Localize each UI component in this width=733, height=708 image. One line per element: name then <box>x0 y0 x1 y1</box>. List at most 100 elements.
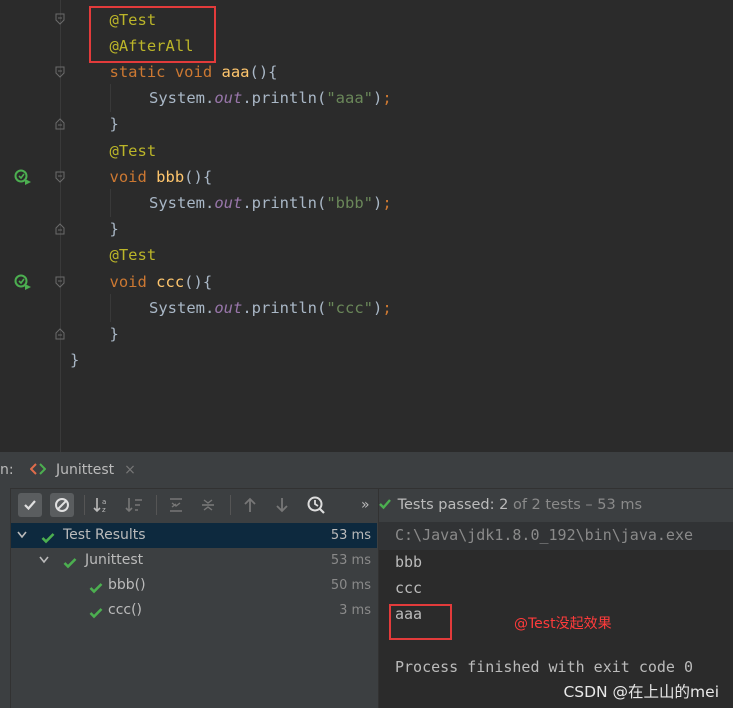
code-line[interactable]: @Test <box>110 242 157 268</box>
junit-icon <box>29 461 47 480</box>
code-token: ; <box>382 298 392 317</box>
tab-junittest[interactable]: Junittest × <box>29 452 146 488</box>
code-token: @Test <box>109 141 157 160</box>
code-token: .println( <box>242 193 327 212</box>
highlight-box-aaa <box>389 604 452 640</box>
indent-guide <box>110 189 111 217</box>
status-passed-count: 2 <box>499 497 509 513</box>
code-editor[interactable]: @Test @AfterAll static void aaa(){System.o… <box>0 0 733 452</box>
code-token: void <box>109 167 157 186</box>
tree-duration: 50 ms <box>330 578 371 593</box>
fold-marker-icon[interactable] <box>55 276 65 288</box>
sort-duration-icon[interactable] <box>122 493 146 517</box>
code-line[interactable]: @Test <box>110 138 157 164</box>
run-tool-window: n: Junittest × az Test Results 53 ms Jun… <box>0 452 733 708</box>
fold-marker-icon[interactable] <box>55 13 65 25</box>
code-token: ) <box>373 89 383 108</box>
tree-row[interactable]: Junittest 53 ms <box>11 548 377 573</box>
code-token: System. <box>149 298 215 317</box>
tree-duration: 53 ms <box>330 528 371 543</box>
code-token: } <box>109 324 119 343</box>
next-failed-icon[interactable] <box>270 493 294 517</box>
code-token: .println( <box>242 89 327 108</box>
code-token: System. <box>149 193 215 212</box>
run-label: n: <box>0 462 14 478</box>
fold-marker-icon[interactable] <box>55 223 65 235</box>
prev-failed-icon[interactable] <box>238 493 262 517</box>
code-line[interactable]: System.out.println("aaa"); <box>149 85 392 111</box>
toolbar-separator <box>230 495 231 515</box>
watermark: CSDN @在上山的mei <box>563 683 719 701</box>
tree-row[interactable]: Test Results 53 ms <box>11 523 377 548</box>
toolbar-separator <box>156 495 157 515</box>
passed-check-icon <box>89 604 103 629</box>
tree-duration: 53 ms <box>330 553 371 568</box>
code-token: "ccc" <box>326 298 373 317</box>
svg-text:a: a <box>102 498 106 506</box>
console-output[interactable]: C:\Java\jdk1.8.0_192\bin\java.exe bbb cc… <box>379 522 733 708</box>
console-output-line: bbb <box>395 553 423 571</box>
code-token: } <box>109 220 119 239</box>
code-token: ; <box>382 89 392 108</box>
code-line[interactable]: System.out.println("bbb"); <box>149 190 392 216</box>
more-actions[interactable]: » <box>361 497 370 513</box>
show-ignored-icon[interactable] <box>50 493 74 517</box>
run-test-icon[interactable] <box>14 273 32 291</box>
code-token: "bbb" <box>326 193 373 212</box>
chevron-down-icon[interactable] <box>39 548 49 573</box>
code-line[interactable]: } <box>70 347 79 373</box>
svg-text:z: z <box>102 506 106 514</box>
code-token: void <box>109 272 157 291</box>
code-token: out <box>214 298 243 317</box>
fold-marker-icon[interactable] <box>55 171 65 183</box>
code-token: (){ <box>184 272 213 291</box>
left-tool-strip <box>0 488 11 708</box>
code-line[interactable]: System.out.println("ccc"); <box>149 295 392 321</box>
code-token: (){ <box>184 167 213 186</box>
tree-label: ccc() <box>108 602 143 618</box>
tree-row[interactable]: bbb() 50 ms <box>11 573 377 598</box>
collapse-all-icon[interactable] <box>196 493 220 517</box>
code-token: static void <box>109 62 222 81</box>
code-token: } <box>70 351 80 370</box>
tree-duration: 3 ms <box>339 603 371 618</box>
fold-marker-icon[interactable] <box>55 66 65 78</box>
history-icon[interactable] <box>304 493 328 517</box>
sort-alpha-icon[interactable]: az <box>90 493 114 517</box>
run-test-icon[interactable] <box>14 168 32 186</box>
passed-check-icon <box>378 496 392 515</box>
test-status-bar: » Tests passed: 2 of 2 tests – 53 ms <box>361 489 733 521</box>
code-token: out <box>214 89 243 108</box>
tab-title: Junittest <box>56 462 115 478</box>
tree-row[interactable]: ccc() 3 ms <box>11 598 377 623</box>
code-line[interactable]: } <box>110 216 119 242</box>
code-token: } <box>109 115 119 134</box>
expand-all-icon[interactable] <box>164 493 188 517</box>
status-prefix: Tests passed: <box>397 497 500 513</box>
show-passed-icon[interactable] <box>18 493 42 517</box>
code-line[interactable]: } <box>110 111 119 137</box>
code-line[interactable]: void bbb(){ <box>110 164 213 190</box>
run-tab-bar: n: Junittest × <box>0 452 733 489</box>
code-line[interactable]: } <box>110 321 119 347</box>
code-token: "aaa" <box>326 89 373 108</box>
tree-label: Junittest <box>85 552 144 568</box>
tree-label: Test Results <box>63 527 146 543</box>
code-line[interactable]: void ccc(){ <box>110 269 213 295</box>
console-command: C:\Java\jdk1.8.0_192\bin\java.exe <box>395 526 694 544</box>
code-token: aaa <box>221 62 250 81</box>
fold-marker-icon[interactable] <box>55 328 65 340</box>
chevron-down-icon[interactable] <box>17 523 27 548</box>
annotation-note: @Test没起效果 <box>514 616 612 632</box>
indent-guide <box>110 294 111 322</box>
code-token: ccc <box>156 272 185 291</box>
code-token: .println( <box>242 298 327 317</box>
status-suffix: of 2 tests – 53 ms <box>508 497 642 513</box>
console-output-line: ccc <box>395 579 423 597</box>
highlight-box-annotations <box>89 6 216 63</box>
fold-marker-icon[interactable] <box>55 118 65 130</box>
code-token: bbb <box>156 167 185 186</box>
test-results-tree[interactable]: Test Results 53 ms Junittest 53 ms bbb() 50 m… <box>11 522 377 708</box>
code-token: ; <box>382 193 392 212</box>
close-icon[interactable]: × <box>124 462 136 478</box>
